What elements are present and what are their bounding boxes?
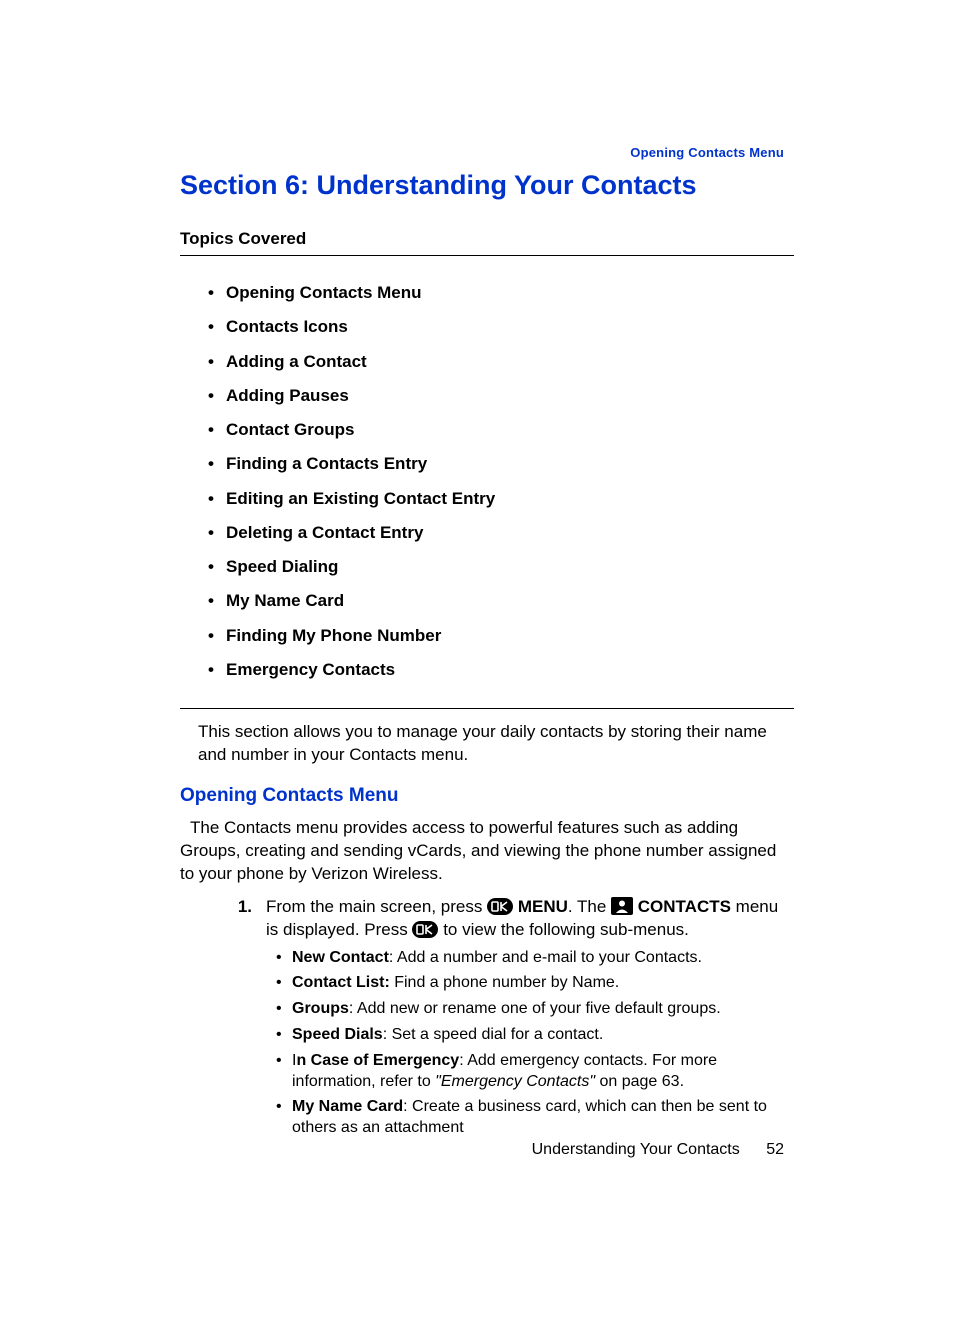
submenu-desc: : Add new or rename one of your five def… (349, 1000, 721, 1017)
contacts-label: CONTACTS (638, 897, 731, 916)
submenu-title: Speed Dials (292, 1026, 383, 1043)
step-1: 1. From the main screen, press MENU. The… (222, 896, 794, 942)
submenu-title: Groups (292, 1000, 349, 1017)
contacts-icon (611, 897, 633, 915)
menu-label: MENU (518, 897, 568, 916)
opening-paragraph-text: The Contacts menu provides access to pow… (180, 818, 776, 883)
step-text-fragment: From the main screen, press (266, 897, 487, 916)
rule-mid (180, 708, 794, 709)
topic-item: Contact Groups (208, 419, 794, 440)
topics-list: Opening Contacts Menu Contacts Icons Add… (180, 282, 794, 680)
submenu-desc: : Set a speed dial for a contact. (383, 1026, 604, 1043)
intro-paragraph: This section allows you to manage your d… (180, 721, 794, 767)
step-text: From the main screen, press MENU. The CO… (266, 896, 794, 942)
subheading-opening-contacts: Opening Contacts Menu (180, 785, 794, 807)
submenu-item: Speed Dials: Set a speed dial for a cont… (276, 1025, 794, 1046)
submenu-item: New Contact: Add a number and e-mail to … (276, 948, 794, 969)
topic-item: Opening Contacts Menu (208, 282, 794, 303)
rule-top (180, 255, 794, 256)
topic-item: Editing an Existing Contact Entry (208, 488, 794, 509)
topic-item: Contacts Icons (208, 316, 794, 337)
submenu-item: Contact List: Find a phone number by Nam… (276, 973, 794, 994)
topics-covered-label: Topics Covered (180, 229, 794, 249)
footer-page-number: 52 (766, 1141, 784, 1158)
submenu-title: New Contact (292, 949, 389, 966)
submenu-title: Contact List: (292, 974, 390, 991)
step-text-fragment: to view the following sub-menus. (443, 920, 689, 939)
submenu-title: My Name Card (292, 1098, 403, 1115)
submenu-ref: "Emergency Contacts" (435, 1073, 595, 1090)
topic-item: My Name Card (208, 590, 794, 611)
topic-item: Adding a Contact (208, 351, 794, 372)
ok-icon (487, 898, 513, 915)
submenu-desc: Find a phone number by Name. (390, 974, 619, 991)
submenu-ref-tail: on page 63. (595, 1073, 684, 1090)
submenu-list: New Contact: Add a number and e-mail to … (276, 948, 794, 1139)
topic-item: Emergency Contacts (208, 659, 794, 680)
submenu-item: Groups: Add new or rename one of your fi… (276, 999, 794, 1020)
topic-item: Finding My Phone Number (208, 625, 794, 646)
page-footer: Understanding Your Contacts 52 (532, 1141, 784, 1159)
opening-paragraph: The Contacts menu provides access to pow… (180, 817, 794, 886)
footer-chapter: Understanding Your Contacts (532, 1141, 740, 1158)
step-text-fragment: . The (568, 897, 611, 916)
ok-icon (412, 921, 438, 938)
topic-item: Deleting a Contact Entry (208, 522, 794, 543)
submenu-title: n Case of Emergency (296, 1052, 459, 1069)
page: Opening Contacts Menu Section 6: Underst… (0, 0, 954, 1319)
topic-item: Speed Dialing (208, 556, 794, 577)
topic-item: Adding Pauses (208, 385, 794, 406)
submenu-item: In Case of Emergency: Add emergency cont… (276, 1051, 794, 1093)
running-head: Opening Contacts Menu (630, 145, 784, 160)
submenu-item: My Name Card: Create a business card, wh… (276, 1097, 794, 1139)
submenu-desc: : Add a number and e-mail to your Contac… (389, 949, 702, 966)
topic-item: Finding a Contacts Entry (208, 453, 794, 474)
section-title: Section 6: Understanding Your Contacts (180, 170, 794, 201)
step-number: 1. (222, 896, 266, 942)
